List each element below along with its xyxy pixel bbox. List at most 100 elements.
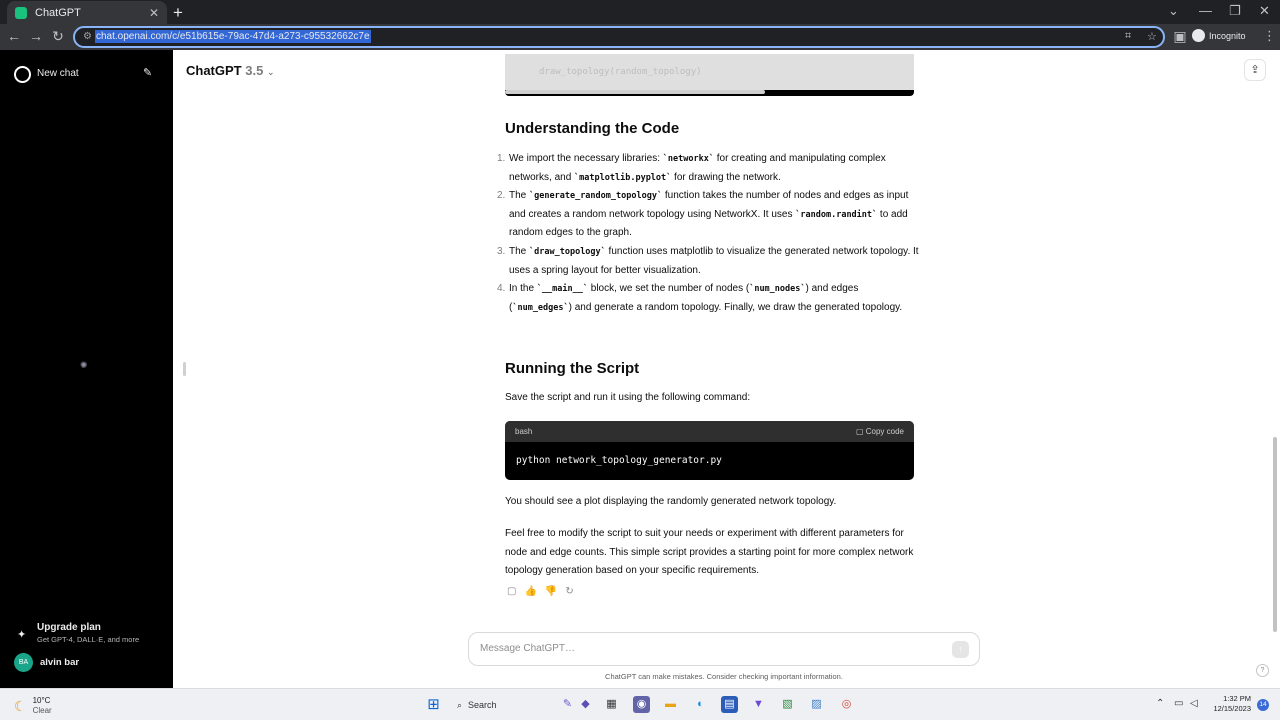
model-selector[interactable]: ChatGPT 3.5 ⌄ <box>186 63 275 78</box>
loading-spinner-icon: ✺ <box>80 360 88 370</box>
message-composer[interactable]: Message ChatGPT… ↑ <box>468 632 980 666</box>
notification-badge[interactable]: 14 <box>1257 699 1269 711</box>
back-icon[interactable]: ← <box>6 28 22 44</box>
tab-close-icon[interactable]: ✕ <box>149 6 159 20</box>
weather-condition: Clear <box>32 706 52 715</box>
weather-text: 10°C Clear <box>33 696 52 716</box>
list-number: 1. <box>497 153 506 164</box>
disclaimer-text: ChatGPT can make mistakes. Consider chec… <box>605 672 843 681</box>
code-line: draw_topology(random_topology) <box>539 67 702 77</box>
minimize-icon[interactable]: — <box>1199 3 1212 18</box>
message-input[interactable]: Message ChatGPT… <box>480 643 575 654</box>
clock-date: 12/15/2023 <box>1213 704 1251 713</box>
list-item: 3. The `draw_topology` function uses mat… <box>483 243 923 280</box>
copy-code-button[interactable]: ▢ Copy code <box>856 427 904 436</box>
task-view-icon[interactable]: ▦ <box>603 696 620 713</box>
inline-code: `matplotlib.pyplot` <box>574 172 672 183</box>
code-horizontal-scrollbar[interactable] <box>505 90 765 94</box>
list-text: We import the necessary libraries: <box>509 153 663 164</box>
list-item: 4. In the `__main__` block, we set the n… <box>483 280 923 317</box>
side-panel-icon[interactable]: ▣ <box>1172 28 1188 45</box>
sidebar-toggle-handle[interactable] <box>183 362 186 376</box>
sparkle-icon: ✦ <box>17 629 27 641</box>
help-icon[interactable]: ? <box>1256 664 1269 677</box>
chatgpt-favicon-icon <box>15 6 27 19</box>
upgrade-plan-button[interactable]: Upgrade plan <box>37 622 101 633</box>
system-clock[interactable]: 1:32 PM 12/15/2023 <box>1211 694 1251 714</box>
incognito-indicator[interactable]: Incognito <box>1192 29 1246 42</box>
tab-search-icon[interactable]: ⌄ <box>1168 3 1179 19</box>
copy-message-icon[interactable]: ▢ <box>507 586 516 597</box>
forward-icon[interactable]: → <box>28 28 44 44</box>
tab-title: ChatGPT <box>35 6 81 19</box>
widget-icon[interactable]: ✎ <box>559 696 576 713</box>
list-text: for drawing the network. <box>671 171 781 183</box>
address-bar[interactable]: ⚙ chat.openai.com/c/e51b615e-79ac-47d4-a… <box>73 26 1165 48</box>
new-chat-button[interactable]: New chat <box>37 68 79 79</box>
list-item: 1. We import the necessary libraries: `n… <box>483 150 923 187</box>
code-command: python network_topology_generator.py <box>516 455 722 466</box>
incognito-icon <box>1192 29 1205 42</box>
windows-start-icon[interactable]: ⊞ <box>425 696 442 713</box>
new-chat-edit-icon[interactable]: ✎ <box>143 66 152 79</box>
run-intro-text: Save the script and run it using the fol… <box>505 392 751 403</box>
photos-app-icon[interactable]: ▨ <box>808 696 825 713</box>
openai-logo-icon[interactable] <box>14 66 31 83</box>
temperature: 10°C <box>32 696 51 705</box>
search-icon: ⌕ <box>457 699 463 710</box>
user-avatar[interactable]: BA <box>14 653 33 672</box>
browser-tab-strip: ChatGPT ✕ + ⌄ — ❐ ✕ <box>0 0 1280 24</box>
list-number: 3. <box>497 245 506 257</box>
windows-taskbar: ☾ 10°C Clear ⊞ ⌕ Search ✎ ◆ ▦ ◉ ▬ ◐ ▤ ▼ … <box>0 688 1280 720</box>
browser-menu-icon[interactable]: ⋮ <box>1263 28 1276 44</box>
inline-code: `draw_topology` <box>529 246 606 257</box>
browser-tab-chatgpt[interactable]: ChatGPT ✕ <box>7 1 167 24</box>
window-close-icon[interactable]: ✕ <box>1259 3 1270 19</box>
search-label: Search <box>468 700 497 710</box>
qr-code-icon[interactable]: ⌗ <box>1125 30 1131 43</box>
store-icon[interactable]: ▤ <box>721 696 738 713</box>
section-title-running: Running the Script <box>505 360 640 377</box>
file-explorer-icon[interactable]: ▬ <box>662 696 679 713</box>
vpn-app-icon[interactable]: ▼ <box>750 696 767 713</box>
regenerate-icon[interactable]: ↻ <box>565 586 573 597</box>
send-button[interactable]: ↑ <box>952 641 969 658</box>
thumbs-down-icon[interactable]: 👎 <box>545 586 557 597</box>
edge-browser-icon[interactable]: ◐ <box>692 696 709 713</box>
list-item: 2. The `generate_random_topology` functi… <box>483 187 923 243</box>
reload-icon[interactable]: ↻ <box>50 28 66 45</box>
user-name[interactable]: alvin bar <box>40 657 79 668</box>
vertical-scrollbar[interactable] <box>1273 437 1277 632</box>
share-icon[interactable]: ⇪ <box>1244 59 1266 81</box>
weather-widget[interactable]: ☾ 10°C Clear <box>14 696 52 716</box>
list-text: In the <box>509 283 537 295</box>
site-info-icon[interactable]: ⚙ <box>83 31 92 42</box>
volume-icon[interactable]: ◁ <box>1190 698 1198 709</box>
code-language: bash <box>515 427 533 436</box>
inline-code: `num_edges` <box>512 302 569 313</box>
notepad-app-icon[interactable]: ▧ <box>779 696 796 713</box>
thumbs-up-icon[interactable]: 👍 <box>524 586 536 597</box>
copilot-icon[interactable]: ◆ <box>577 696 594 713</box>
previous-code-block: draw_topology(random_topology) <box>505 54 914 96</box>
clipboard-icon: ▢ <box>855 427 866 436</box>
chevron-down-icon: ⌄ <box>266 67 275 77</box>
message-actions: ▢ 👍 👎 ↻ <box>507 586 574 597</box>
bookmark-star-icon[interactable]: ☆ <box>1147 30 1157 43</box>
moon-icon: ☾ <box>14 697 27 714</box>
section-title-understanding: Understanding the Code <box>505 120 680 137</box>
tray-chevron-up-icon[interactable]: ⌃ <box>1156 698 1164 709</box>
copy-code-label: Copy code <box>865 427 904 436</box>
list-text: The <box>509 245 530 257</box>
network-icon[interactable]: ▭ <box>1174 698 1183 709</box>
new-tab-button[interactable]: + <box>173 3 183 23</box>
restore-icon[interactable]: ❐ <box>1229 3 1241 19</box>
teams-chat-icon[interactable]: ◉ <box>633 696 650 713</box>
list-number: 4. <box>497 283 506 295</box>
explanation-list: 1. We import the necessary libraries: `n… <box>483 150 923 317</box>
list-text: block, we set the number of nodes ( <box>588 283 750 295</box>
chrome-browser-icon[interactable]: ◎ <box>838 696 855 713</box>
address-bar-url[interactable]: chat.openai.com/c/e51b615e-79ac-47d4-a27… <box>95 30 371 43</box>
inline-code: `__main__` <box>536 284 588 295</box>
taskbar-search[interactable]: ⌕ Search <box>451 695 551 715</box>
